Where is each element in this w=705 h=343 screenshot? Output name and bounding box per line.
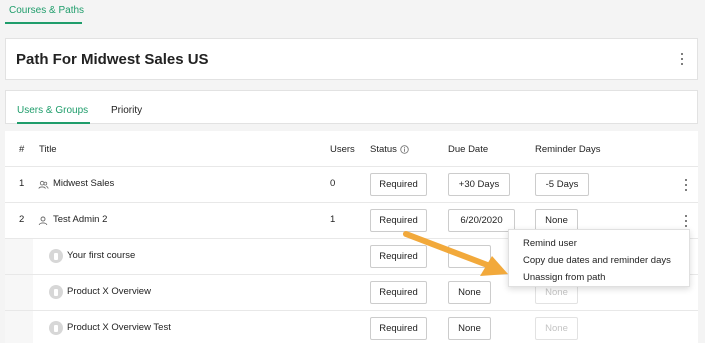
- row-users-count: 1: [330, 214, 336, 225]
- header-due-date: Due Date: [448, 144, 489, 155]
- group-icon: [38, 180, 49, 189]
- header-users: Users: [330, 144, 355, 155]
- path-more-options-icon[interactable]: [677, 52, 687, 66]
- row-number: 1: [19, 178, 25, 189]
- menu-item-remind-user[interactable]: Remind user: [509, 235, 689, 252]
- header-title: Title: [39, 144, 57, 155]
- due-date-field[interactable]: 6/20/2020: [448, 209, 515, 232]
- course-title[interactable]: Your first course: [67, 250, 135, 261]
- page-title: Path For Midwest Sales US: [16, 51, 209, 68]
- due-date-field[interactable]: None: [448, 281, 491, 304]
- tab-priority[interactable]: Priority: [111, 105, 142, 116]
- status-select[interactable]: Required: [370, 281, 427, 304]
- menu-item-unassign-from-path[interactable]: Unassign from path: [509, 269, 689, 286]
- status-select[interactable]: Required: [370, 209, 427, 232]
- row-more-options-icon[interactable]: [681, 178, 691, 192]
- course-row: Product X Overview Test Required None No…: [5, 310, 698, 343]
- row-more-options-icon[interactable]: [681, 214, 691, 228]
- due-date-field[interactable]: [448, 245, 491, 268]
- active-tab-indicator: [17, 122, 90, 124]
- user-icon: [38, 216, 48, 226]
- reminder-days-field[interactable]: -5 Days: [535, 173, 589, 196]
- status-select[interactable]: Required: [370, 245, 427, 268]
- course-icon: [49, 321, 63, 335]
- reminder-days-field[interactable]: None: [535, 317, 578, 340]
- menu-item-copy-due-dates[interactable]: Copy due dates and reminder days: [509, 252, 689, 269]
- breadcrumb-underline: [5, 22, 82, 24]
- due-date-field[interactable]: None: [448, 317, 491, 340]
- row-number: 2: [19, 214, 25, 225]
- tabs-bar: Users & Groups Priority: [5, 90, 698, 124]
- header-status: Status: [370, 144, 409, 155]
- header-number: #: [19, 144, 25, 155]
- status-select[interactable]: Required: [370, 173, 427, 196]
- status-select[interactable]: Required: [370, 317, 427, 340]
- row-users-count: 0: [330, 178, 336, 189]
- path-header-card: Path For Midwest Sales US: [5, 38, 698, 80]
- breadcrumb-courses-paths[interactable]: Courses & Paths: [9, 5, 84, 16]
- table-row[interactable]: 1 Midwest Sales 0 Required +30 Days -5 D…: [5, 166, 698, 202]
- course-icon: [49, 285, 63, 299]
- info-icon[interactable]: [400, 145, 409, 154]
- header-reminder-days: Reminder Days: [535, 144, 601, 155]
- course-icon: [49, 249, 63, 263]
- due-date-field[interactable]: +30 Days: [448, 173, 510, 196]
- course-title[interactable]: Product X Overview Test: [67, 322, 171, 333]
- row-title[interactable]: Midwest Sales: [53, 178, 114, 189]
- tab-users-groups[interactable]: Users & Groups: [17, 105, 88, 116]
- header-status-label: Status: [370, 144, 397, 155]
- row-title[interactable]: Test Admin 2: [53, 214, 107, 225]
- row-context-menu: Remind user Copy due dates and reminder …: [508, 229, 690, 287]
- course-title[interactable]: Product X Overview: [67, 286, 151, 297]
